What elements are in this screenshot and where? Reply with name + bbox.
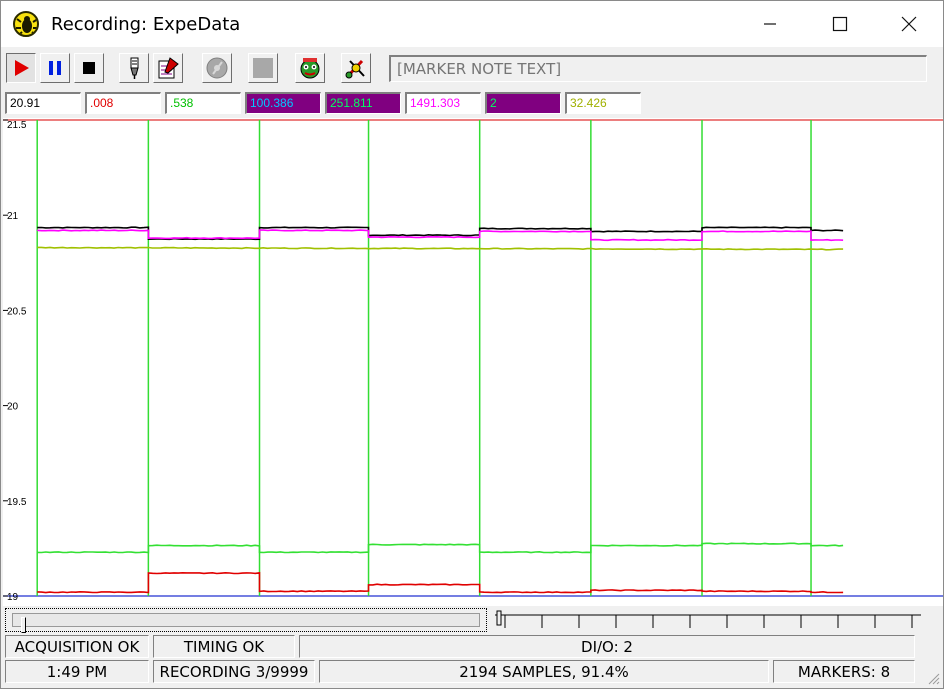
close-icon — [901, 16, 917, 32]
ruler-ticks — [495, 610, 921, 628]
clock-status: 1:49 PM — [5, 660, 149, 683]
strip-chart[interactable]: 21.5 21 20.5 20 19.5 19 — [3, 118, 943, 606]
stop-icon — [83, 62, 95, 74]
close-button[interactable] — [874, 1, 944, 47]
readout-8: 32.426 — [565, 92, 641, 114]
y-tick-label-5: 19 — [7, 592, 19, 603]
disk-icon — [206, 57, 228, 79]
tools-icon — [345, 59, 365, 79]
disk-button[interactable] — [202, 53, 232, 83]
minimize-icon — [764, 23, 776, 25]
readout-7: 2 — [485, 92, 561, 114]
scrollbar-thumb[interactable] — [21, 617, 26, 633]
y-tick-label-4: 19.5 — [7, 497, 27, 508]
marker-pen-button[interactable] — [119, 53, 149, 83]
stop-button[interactable] — [74, 53, 104, 83]
y-tick-label-3: 20 — [7, 402, 19, 413]
notepad-icon — [158, 57, 179, 79]
chart-canvas: 21.5 21 20.5 20 19.5 19 — [3, 119, 943, 603]
dio-status: DI/O: 2 — [299, 635, 915, 658]
readout-4: 100.386 — [245, 92, 321, 114]
time-ruler[interactable] — [493, 608, 923, 632]
record-button[interactable] — [6, 53, 36, 83]
series-line-3 — [37, 542, 844, 554]
y-tick-label-1: 21 — [7, 211, 19, 222]
recording-status: RECORDING 3/9999 — [153, 660, 315, 683]
record-icon — [15, 60, 29, 76]
scroll-area — [3, 606, 943, 634]
bug-icon — [300, 58, 320, 79]
minimize-button[interactable] — [735, 1, 805, 47]
scrollbar-track[interactable] — [12, 613, 480, 633]
series-line-2 — [37, 246, 844, 251]
recording-window: Recording: ExpeData [MARKER NOTE TEXT] 2… — [0, 0, 944, 689]
timing-status: TIMING OK — [153, 635, 295, 658]
y-tick-label-2: 20.5 — [7, 306, 27, 317]
samples-status: 2194 SAMPLES, 91.4% — [319, 660, 769, 683]
toolbar — [1, 49, 943, 89]
readout-3: .538 — [165, 92, 241, 114]
bug-button[interactable] — [295, 53, 325, 83]
pen-icon — [130, 57, 139, 79]
readout-5: 251.811 — [325, 92, 401, 114]
ruler-handle[interactable] — [496, 610, 502, 626]
notes-button[interactable] — [153, 53, 183, 83]
title-bar[interactable]: Recording: ExpeData — [1, 1, 943, 47]
maximize-button[interactable] — [805, 1, 875, 47]
app-bug-icon[interactable] — [13, 11, 39, 37]
series-line-4 — [37, 571, 844, 594]
pause-button[interactable] — [40, 53, 70, 83]
value-readouts: 20.91 .008 .538 100.386 251.811 1491.303… — [1, 91, 943, 115]
readout-1: 20.91 — [5, 92, 81, 114]
horizontal-scrollbar[interactable] — [5, 608, 487, 633]
readout-2: .008 — [85, 92, 161, 114]
window-title: Recording: ExpeData — [51, 14, 241, 35]
settings-button[interactable] — [341, 53, 371, 83]
blank-button[interactable] — [248, 53, 278, 83]
resize-grip-icon[interactable] — [926, 671, 940, 685]
acquisition-status: ACQUISITION OK — [5, 635, 149, 658]
maximize-icon — [832, 16, 848, 32]
marker-note-input[interactable] — [389, 55, 927, 82]
readout-6: 1491.303 — [405, 92, 481, 114]
markers-status: MARKERS: 8 — [773, 660, 915, 683]
blank-icon — [253, 58, 273, 78]
pause-icon — [49, 61, 61, 75]
y-tick-label-0: 21.5 — [7, 120, 27, 131]
